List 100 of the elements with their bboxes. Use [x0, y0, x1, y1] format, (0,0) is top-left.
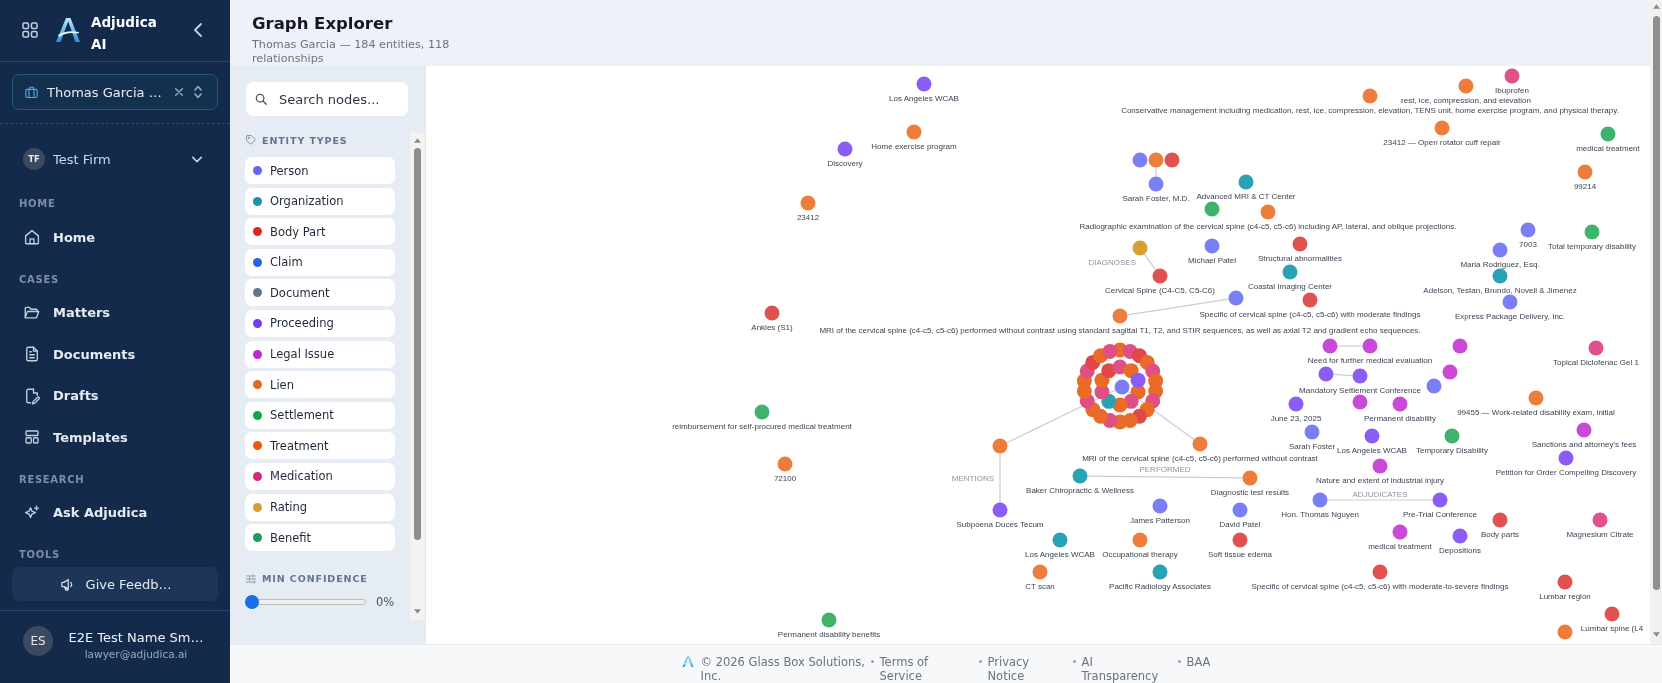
graph-node[interactable] [1458, 78, 1474, 94]
nav-item[interactable]: Drafts [12, 376, 218, 415]
graph-node[interactable] [1292, 236, 1308, 252]
graph-node[interactable] [837, 141, 853, 157]
firm-selector[interactable]: TF Test Firm [0, 148, 230, 170]
graph-node[interactable] [1132, 152, 1148, 168]
entity-type-chip[interactable]: Settlement [245, 401, 395, 429]
graph-node[interactable] [1204, 238, 1220, 254]
entity-type-chip[interactable]: Body Part [245, 218, 395, 246]
graph-node[interactable] [800, 195, 816, 211]
graph-node[interactable] [1558, 450, 1574, 466]
graph-node[interactable] [1504, 68, 1520, 84]
graph-node[interactable] [1604, 606, 1620, 622]
graph-node[interactable] [1102, 343, 1118, 359]
graph-node[interactable] [1600, 126, 1616, 142]
graph-node[interactable] [1557, 574, 1573, 590]
graph-node[interactable] [821, 612, 837, 628]
graph-node[interactable] [1132, 532, 1148, 548]
graph-node[interactable] [1442, 364, 1458, 380]
graph-node[interactable] [1238, 174, 1254, 190]
graph-node[interactable] [1452, 528, 1468, 544]
graph-node[interactable] [1112, 308, 1128, 324]
graph-node[interactable] [1114, 379, 1130, 395]
graph-node[interactable] [1072, 468, 1088, 484]
graph-node[interactable] [777, 456, 793, 472]
graph-node[interactable] [1130, 372, 1146, 388]
entity-type-chip[interactable]: Legal Issue [245, 340, 395, 368]
graph-node[interactable] [1452, 338, 1468, 354]
entity-type-chip[interactable]: Treatment [245, 432, 395, 460]
entity-type-chip[interactable]: Medication [245, 462, 395, 490]
grid-icon[interactable] [22, 22, 38, 38]
graph-node[interactable] [1192, 436, 1208, 452]
confidence-slider[interactable] [245, 594, 366, 609]
graph-node[interactable] [1304, 424, 1320, 440]
graph-node[interactable] [1520, 222, 1536, 238]
close-icon[interactable] [174, 87, 184, 97]
entity-type-chip[interactable]: Document [245, 279, 395, 307]
scroll-up-icon[interactable] [414, 138, 421, 143]
graph-node[interactable] [1152, 564, 1168, 580]
scrollbar-thumb[interactable] [1652, 16, 1660, 590]
graph-node[interactable] [1372, 564, 1388, 580]
graph-node[interactable] [1434, 120, 1450, 136]
graph-node[interactable] [1232, 502, 1248, 518]
graph-node[interactable] [1426, 378, 1442, 394]
graph-node[interactable] [916, 76, 932, 92]
graph-node[interactable] [1204, 201, 1220, 217]
entity-type-chip[interactable]: Benefit [245, 524, 395, 552]
entity-type-chip[interactable]: Lien [245, 371, 395, 399]
chevron-up-down-icon[interactable] [193, 84, 203, 100]
nav-item[interactable]: Home [12, 218, 218, 256]
graph-node[interactable] [1588, 340, 1604, 356]
entity-type-chip[interactable]: Organization [245, 187, 395, 215]
nav-item[interactable]: Templates [12, 418, 218, 456]
entity-type-chip[interactable]: Rating [245, 493, 395, 521]
graph-node[interactable] [1528, 390, 1544, 406]
graph-node[interactable] [1152, 268, 1168, 284]
search-field[interactable]: Search nodes... [246, 82, 408, 116]
graph-node[interactable] [1152, 498, 1168, 514]
footer-link[interactable]: AI Transparency [1081, 655, 1166, 683]
feedback-button[interactable]: Give Feedb… [12, 567, 218, 601]
scroll-down-icon[interactable] [414, 609, 421, 614]
footer-link[interactable]: BAA [1186, 655, 1211, 669]
graph-node[interactable] [1322, 338, 1338, 354]
graph-node[interactable] [1282, 264, 1298, 280]
graph-node[interactable] [1576, 422, 1592, 438]
nav-item[interactable]: Ask Adjudica [12, 493, 218, 532]
chevron-left-icon[interactable] [193, 22, 203, 38]
graph-node[interactable] [1228, 290, 1244, 306]
graph-node[interactable] [1164, 152, 1180, 168]
graph-node[interactable] [906, 124, 922, 140]
graph-node[interactable] [992, 438, 1008, 454]
graph-node[interactable] [1032, 564, 1048, 580]
graph-node[interactable] [992, 502, 1008, 518]
graph-node[interactable] [1372, 458, 1388, 474]
graph-node[interactable] [1148, 152, 1164, 168]
graph-node[interactable] [1392, 524, 1408, 540]
graph-node[interactable] [1052, 532, 1068, 548]
graph-node[interactable] [1364, 428, 1380, 444]
graph-node[interactable] [1502, 294, 1518, 310]
scroll-up-icon[interactable] [1652, 4, 1660, 9]
entity-type-chip[interactable]: Proceeding [245, 309, 395, 337]
entity-type-chip[interactable]: Claim [245, 248, 395, 276]
graph-node[interactable] [1492, 242, 1508, 258]
graph-node[interactable] [1232, 532, 1248, 548]
graph-node[interactable] [1592, 512, 1608, 528]
nav-item[interactable]: Matters [12, 293, 218, 332]
graph-node[interactable] [1492, 268, 1508, 284]
graph-node[interactable] [1302, 292, 1318, 308]
slider-thumb[interactable] [245, 594, 259, 609]
graph-node[interactable] [1362, 338, 1378, 354]
graph-node[interactable] [1492, 512, 1508, 528]
graph-node[interactable] [1577, 164, 1593, 180]
footer-link[interactable]: Privacy Notice [987, 655, 1040, 683]
matter-selector[interactable]: Thomas Garcia … [12, 74, 218, 110]
graph-node[interactable] [754, 404, 770, 420]
graph-node[interactable] [1352, 368, 1368, 384]
footer-link[interactable]: Terms of Service [879, 655, 942, 683]
graph-node[interactable] [1444, 428, 1460, 444]
nav-item[interactable]: Documents [12, 335, 218, 373]
entity-type-chip[interactable]: Person [245, 157, 395, 184]
